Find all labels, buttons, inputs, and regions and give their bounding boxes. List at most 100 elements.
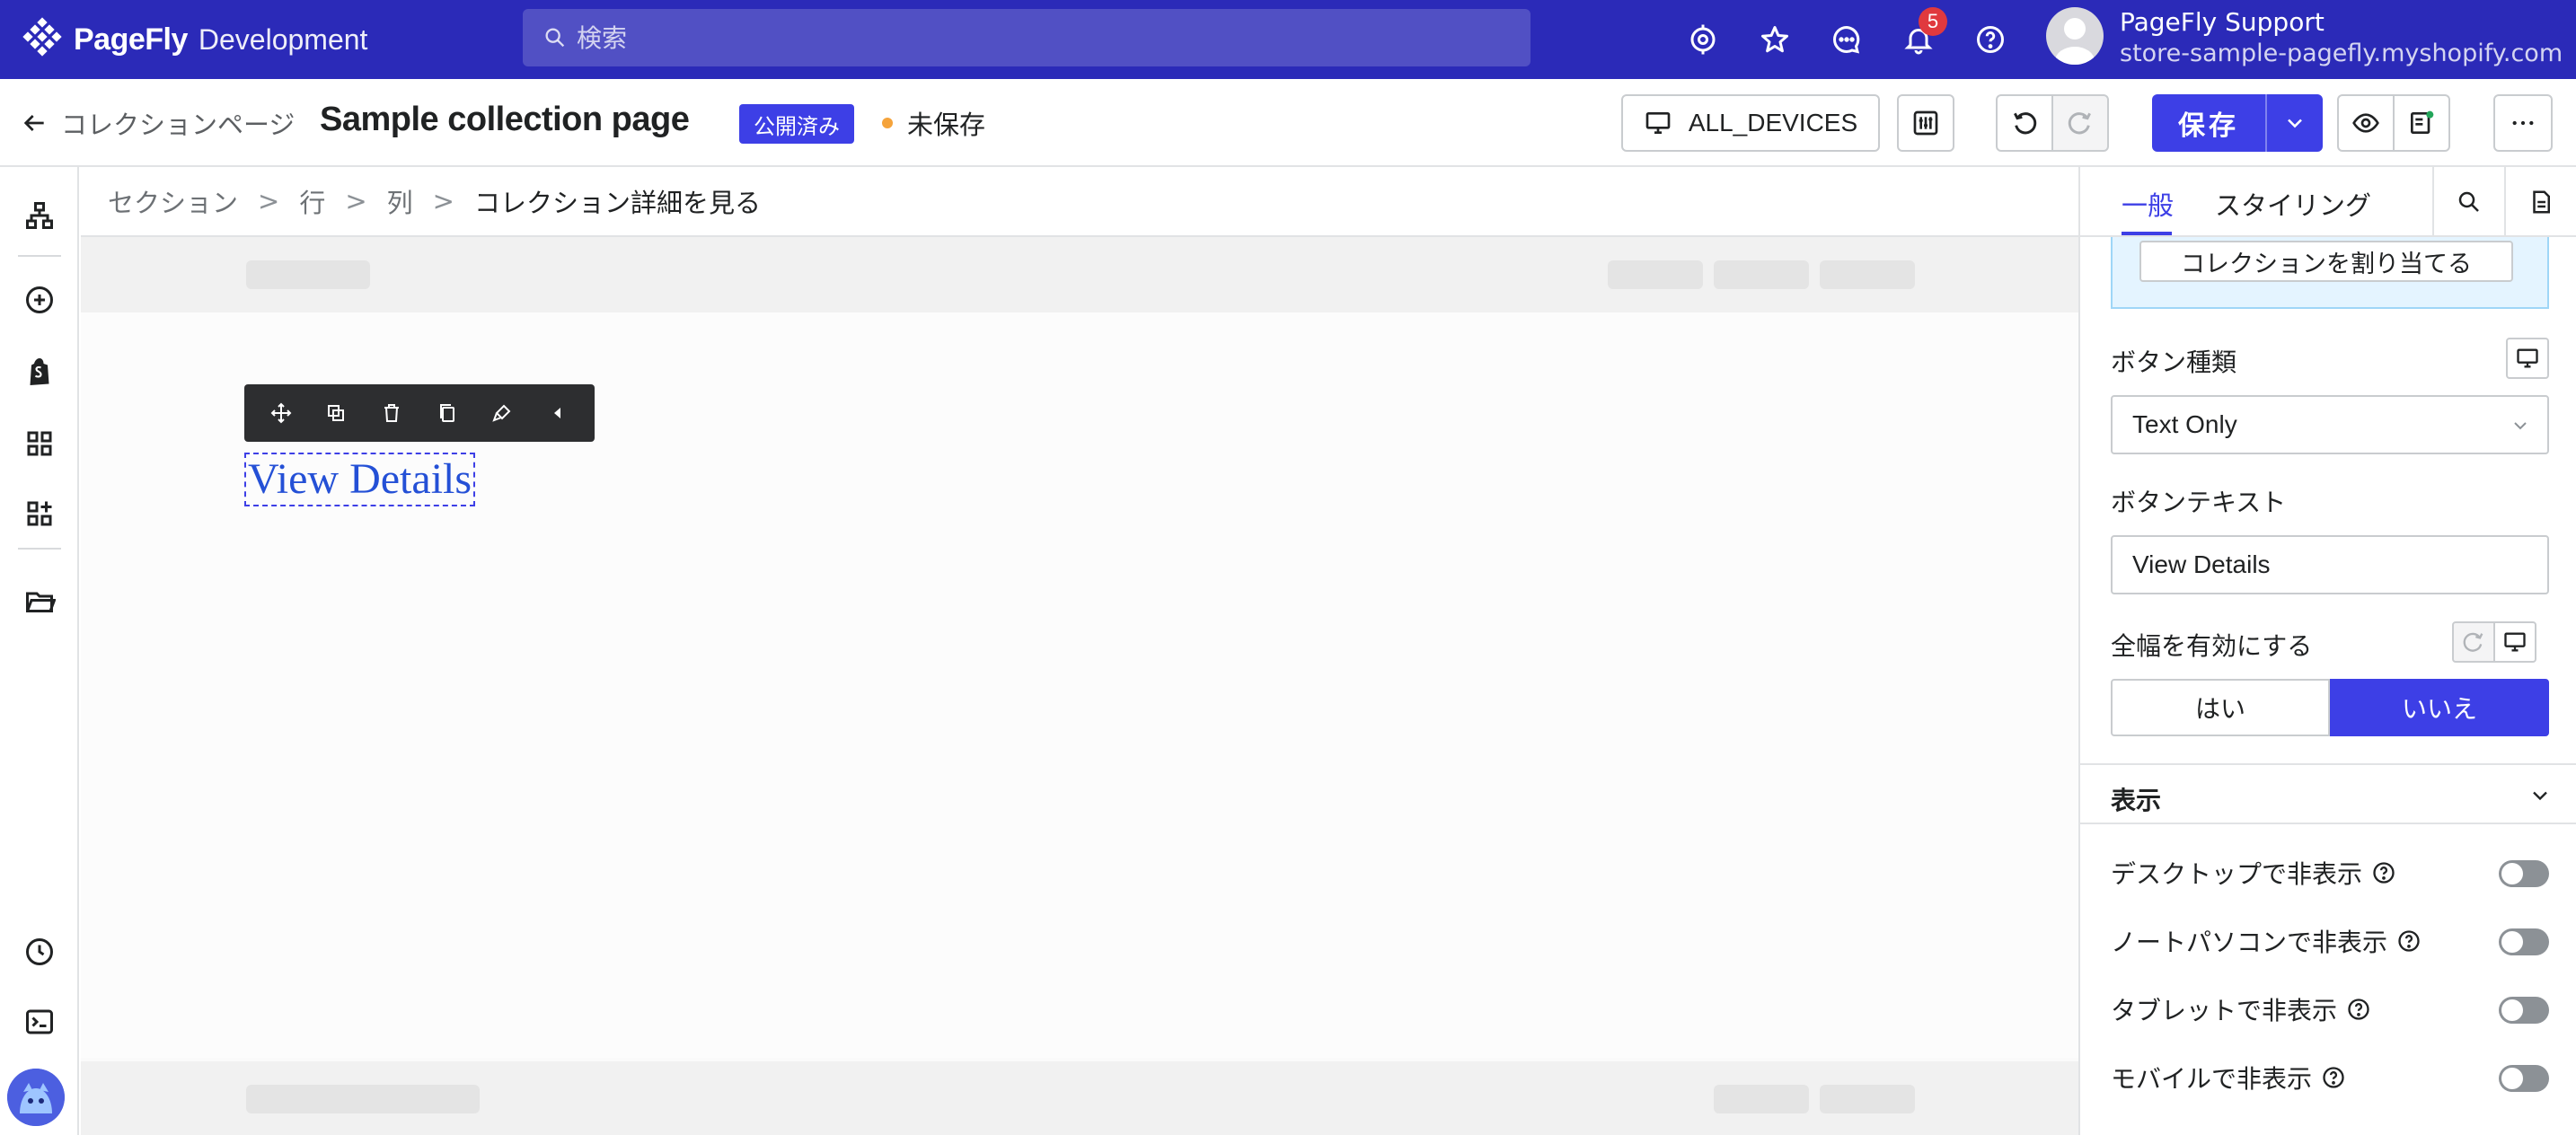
selected-view-details-link[interactable]: View Details [244,453,476,506]
page-settings-button[interactable] [1897,94,1954,152]
brand[interactable]: PageFly Development [20,16,367,63]
breadcrumb-item-column[interactable]: 列 [387,182,413,220]
hide-on-laptop-toggle[interactable] [2499,928,2549,955]
desktop-icon [2517,348,2538,368]
editor-canvas[interactable] [81,237,2078,1135]
chevron-down-icon [2514,422,2527,430]
back-button[interactable]: コレクションページ [20,104,295,142]
grid-icon[interactable] [18,422,61,465]
full-width-label: 全幅を有効にする [2111,631,2313,661]
preview-button[interactable] [2337,94,2395,152]
left-sidebar [0,167,79,1135]
panel-document-button[interactable] [2504,167,2576,237]
sliders-icon [1913,110,1938,136]
full-width-yes-button[interactable]: はい [2111,679,2330,736]
display-section-title: 表示 [2111,786,2162,815]
user-name[interactable]: PageFly Support [2120,7,2325,37]
sidebar-divider [18,548,61,550]
terminal-icon[interactable] [18,1000,61,1043]
help-icon[interactable] [2371,860,2396,885]
avatar[interactable] [2046,7,2104,65]
folder-icon[interactable] [18,580,61,623]
store-domain[interactable]: store-sample-pagefly.myshopify.com [2120,40,2563,67]
status-badge: 公開済み [739,104,854,144]
skeleton-block [1820,1085,1915,1113]
panel-search-button[interactable] [2432,167,2504,237]
responsive-device-button[interactable] [2506,338,2549,379]
save-button-group: 保存 [2152,94,2323,152]
desktop-icon [2504,632,2526,652]
apps-icon[interactable] [18,492,61,535]
copy-icon[interactable] [429,395,465,431]
help-icon[interactable] [2396,928,2422,954]
hide-on-tablet-row: タブレットで非表示 [2111,990,2549,1029]
tab-general[interactable]: 一般 [2122,185,2174,223]
caret-left-icon[interactable] [540,395,576,431]
more-options-button[interactable] [2493,94,2553,152]
button-text-input[interactable] [2111,535,2549,594]
chevron-down-icon [2533,791,2547,801]
duplicate-icon[interactable] [318,395,354,431]
hide-on-desktop-label: デスクトップで非表示 [2111,859,2363,889]
tab-styling[interactable]: スタイリング [2215,185,2371,223]
page-outline-icon[interactable] [18,194,61,237]
full-width-no-button[interactable]: いいえ [2330,679,2549,736]
device-selector-button[interactable]: ALL_DEVICES [1621,94,1880,152]
device-selector-label: ALL_DEVICES [1688,109,1858,136]
help-icon[interactable] [2346,997,2371,1022]
settings-target-icon[interactable] [1685,22,1721,57]
unsaved-dot-icon [882,118,893,128]
hide-on-desktop-toggle[interactable] [2499,860,2549,887]
full-width-toggle-group: はい いいえ [2111,679,2549,736]
reset-button[interactable] [2452,621,2495,663]
global-search[interactable] [523,9,1531,66]
breadcrumb-separator: > [258,186,280,216]
hide-on-mobile-label: モバイルで非表示 [2111,1064,2313,1094]
save-options-button[interactable] [2267,94,2323,152]
breadcrumb-item-row[interactable]: 行 [299,182,325,220]
move-icon[interactable] [263,395,299,431]
page-title[interactable]: Sample collection page [320,101,690,139]
shopify-icon[interactable] [18,350,61,393]
hide-on-tablet-toggle[interactable] [2499,997,2549,1024]
hide-on-mobile-toggle[interactable] [2499,1065,2549,1092]
hide-on-laptop-row: ノートパソコンで非表示 [2111,921,2549,961]
star-icon[interactable] [1757,22,1793,57]
responsive-device-button[interactable] [2493,621,2536,663]
button-text-label: ボタンテキスト [2111,488,2287,517]
redo-button[interactable] [2051,94,2109,152]
help-icon[interactable] [2321,1065,2346,1090]
hide-on-tablet-label: タブレットで非表示 [2111,996,2338,1025]
publish-status-button[interactable] [2393,94,2450,152]
unsaved-label: 未保存 [907,110,986,140]
trash-icon[interactable] [374,395,410,431]
sidebar-divider [18,255,61,257]
document-icon [2533,190,2550,214]
redo-icon [2068,112,2091,135]
history-icon[interactable] [18,930,61,973]
pagefly-logo-icon [22,17,62,57]
back-label: コレクションページ [61,110,296,140]
avatar[interactable] [7,1069,65,1126]
skeleton-block [1714,260,1809,289]
skeleton-block [246,1085,480,1113]
help-icon[interactable] [1972,22,2008,57]
paint-icon[interactable] [484,395,520,431]
save-button[interactable]: 保存 [2152,94,2267,152]
breadcrumb-item-section[interactable]: セクション [108,182,238,220]
eye-icon [2352,113,2379,133]
brand-name: PageFly [74,22,188,57]
assign-collection-button[interactable]: コレクションを割り当てる [2139,241,2513,282]
display-section-header[interactable]: 表示 [2080,763,2576,824]
chat-icon[interactable] [1829,22,1865,57]
breadcrumb-separator: > [432,186,454,216]
skeleton-block [1608,260,1703,289]
search-icon [2458,191,2479,212]
button-type-label: ボタン種類 [2111,348,2237,377]
button-type-select[interactable]: Text Only [2111,395,2549,454]
add-element-icon[interactable] [18,278,61,321]
element-toolbar [244,384,595,442]
reset-icon [2463,632,2483,652]
undo-button[interactable] [1996,94,2053,152]
search-input[interactable] [577,22,1385,53]
